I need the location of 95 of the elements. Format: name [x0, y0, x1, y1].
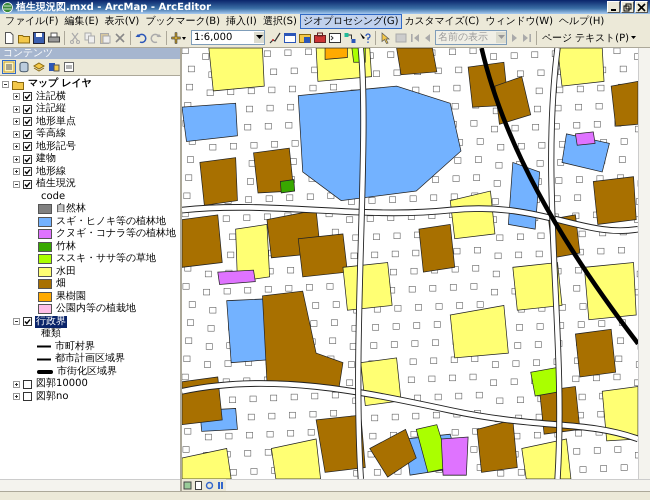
print-icon[interactable]	[47, 30, 61, 44]
legend-label: クヌギ・コナラ等の植林地	[55, 228, 177, 240]
minimize-icon[interactable]	[607, 1, 620, 13]
legend-label: 市街化区域界	[56, 366, 118, 378]
legend-label: スギ・ヒノキ等の植林地	[55, 216, 167, 228]
menu-item[interactable]: ジオプロセシング(G)	[300, 14, 402, 28]
layer-checkbox[interactable]	[23, 154, 32, 164]
globe-icon	[2, 2, 13, 12]
layer-name[interactable]: 地形記号	[35, 140, 77, 153]
layer-checkbox[interactable]	[23, 180, 32, 189]
legend-label: 果樹園	[55, 290, 87, 302]
legend-label: 自然林	[55, 203, 87, 216]
line-symbol-icon	[37, 345, 51, 348]
layer-checkbox[interactable]	[23, 392, 32, 402]
restore-icon[interactable]	[621, 1, 634, 13]
refresh-icon[interactable]	[204, 480, 215, 490]
legend-label: 都市計画区域界	[54, 353, 126, 366]
pencil-icon[interactable]	[268, 30, 282, 44]
expand-toggle[interactable]	[13, 130, 20, 138]
menu-item[interactable]: ファイル(F)	[2, 14, 62, 28]
layer-checkbox[interactable]	[23, 92, 32, 102]
database-icon[interactable]	[17, 60, 31, 74]
window-icon[interactable]	[283, 30, 297, 44]
undo-icon[interactable]	[134, 30, 148, 44]
legend-label: 市町村界	[54, 340, 96, 352]
layer-name[interactable]: 等高線	[35, 128, 67, 140]
expand-toggle[interactable]	[13, 143, 20, 150]
expand-toggle[interactable]	[13, 180, 20, 188]
expand-toggle[interactable]	[13, 118, 20, 126]
layer-name[interactable]: 注記縦	[35, 103, 67, 116]
legend-label: 公園内等の植栽地	[55, 303, 137, 316]
new-document-icon[interactable]	[2, 30, 16, 44]
legend-heading: code	[40, 190, 66, 203]
save-icon[interactable]	[32, 30, 46, 44]
legend-label: ススキ・ササ等の草地	[55, 253, 157, 266]
expand-toggle[interactable]	[2, 80, 9, 88]
layer-name[interactable]: 地形線	[35, 166, 67, 178]
layer-checkbox[interactable]	[23, 130, 32, 139]
layer-name[interactable]: 行政界	[35, 316, 67, 328]
help-icon[interactable]	[358, 30, 372, 44]
legend-label: 畑	[55, 278, 66, 290]
page-text-menu[interactable]: ページ テキスト(P)	[540, 30, 638, 44]
expand-toggle[interactable]	[13, 156, 20, 163]
model-icon[interactable]	[343, 30, 357, 44]
data-view-icon[interactable]	[182, 480, 193, 490]
caret-icon	[631, 36, 636, 40]
menu-item[interactable]: カスタマイズ(C)	[402, 14, 482, 28]
menu-item[interactable]: ウィンドウ(W)	[482, 14, 556, 28]
layer-checkbox[interactable]	[23, 317, 32, 326]
layout-view-icon[interactable]	[193, 480, 204, 490]
menu-item[interactable]: 編集(E)	[62, 14, 102, 28]
expand-toggle[interactable]	[13, 380, 20, 388]
pause-icon[interactable]	[215, 480, 226, 490]
legend-heading: 種類	[40, 328, 62, 340]
options-icon[interactable]	[62, 60, 76, 74]
menu-item[interactable]: 表示(V)	[102, 14, 142, 28]
menu-item[interactable]: 挿入(I)	[223, 14, 260, 28]
layer-name[interactable]: 図郭no	[35, 390, 70, 403]
layer-checkbox[interactable]	[23, 142, 32, 152]
map-layers-label[interactable]: マップ レイヤ	[27, 78, 92, 90]
line-symbol-icon	[37, 370, 53, 374]
layer-checkbox[interactable]	[23, 104, 32, 114]
layer-name[interactable]: 建物	[35, 153, 57, 166]
line-symbol-icon	[37, 358, 51, 361]
horizontal-scrollbar[interactable]	[0, 479, 180, 491]
layer-name[interactable]: 図郭10000	[35, 378, 89, 390]
expand-toggle[interactable]	[13, 168, 20, 176]
menu-item[interactable]: ヘルプ(H)	[556, 14, 608, 28]
window-title: 植生現況図.mxd - ArcMap - ArcEditor	[16, 0, 212, 14]
scale-field[interactable]: 1:6,000	[191, 30, 265, 45]
menu-item[interactable]: ブックマーク(B)	[142, 14, 224, 28]
add-data-icon[interactable]	[170, 30, 188, 44]
list-by-drawing-order-icon[interactable]	[2, 60, 16, 74]
vertical-scrollbar[interactable]	[638, 48, 650, 479]
layer-name[interactable]: 植生現況	[35, 178, 77, 190]
menu-item[interactable]: 選択(S)	[260, 14, 300, 28]
cursor-icon[interactable]	[379, 30, 393, 44]
layer-checkbox[interactable]	[23, 380, 32, 389]
close-icon[interactable]	[635, 1, 648, 13]
layer-name[interactable]: 注記横	[35, 90, 67, 103]
legend-label: 水田	[55, 266, 77, 278]
expand-toggle[interactable]	[13, 93, 20, 100]
expand-toggle[interactable]	[13, 393, 20, 400]
panel-title: コンテンツ	[0, 48, 180, 59]
expand-toggle[interactable]	[13, 318, 20, 326]
layer-name[interactable]: 地形単点	[35, 116, 77, 128]
delete-icon[interactable]	[113, 30, 127, 44]
selection-icon[interactable]	[47, 60, 61, 74]
layer-checkbox[interactable]	[23, 167, 32, 176]
console-icon[interactable]	[328, 30, 342, 44]
horizontal-scrollbar[interactable]	[226, 479, 650, 491]
toolbox-icon[interactable]	[313, 30, 327, 44]
legend-label: 竹林	[55, 240, 77, 253]
expand-toggle[interactable]	[13, 106, 20, 113]
layer-checkbox[interactable]	[23, 117, 32, 126]
